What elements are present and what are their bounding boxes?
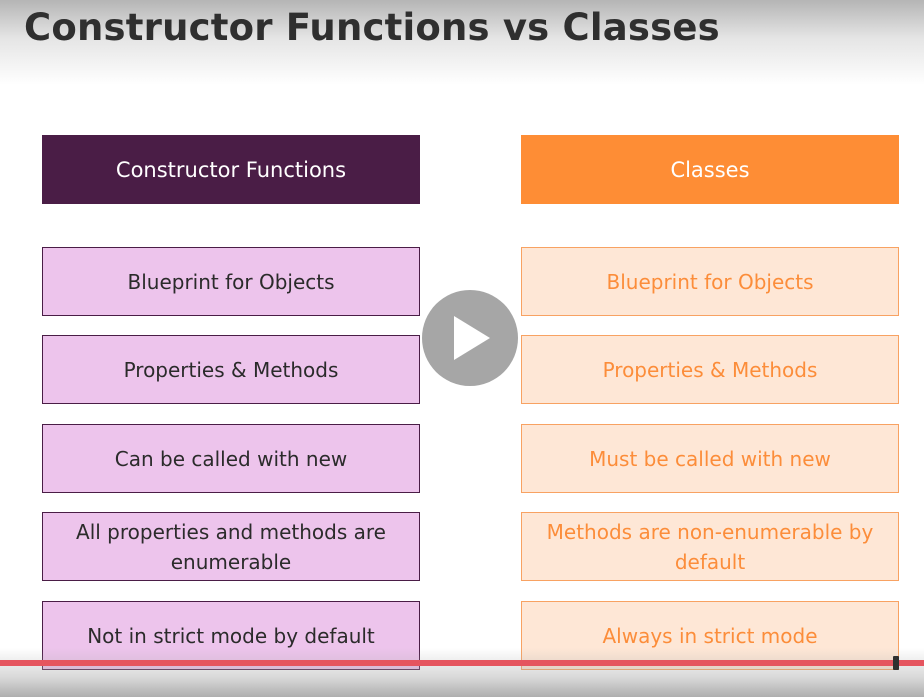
progress-scrubber-handle[interactable] (893, 656, 899, 670)
left-cell-row-4: All properties and methods are enumerabl… (42, 512, 420, 581)
column-header-classes: Classes (521, 135, 899, 204)
play-icon (454, 316, 490, 360)
left-cell-row-2: Properties & Methods (42, 335, 420, 404)
play-button[interactable] (422, 290, 518, 386)
column-header-constructor-functions: Constructor Functions (42, 135, 420, 204)
bottom-overlay-gradient (0, 648, 924, 697)
right-cell-row-1: Blueprint for Objects (521, 247, 899, 316)
video-progress-bar[interactable] (0, 660, 924, 666)
slide-title: Constructor Functions vs Classes (24, 6, 720, 49)
left-cell-row-3: Can be called with new (42, 424, 420, 493)
right-cell-row-4: Methods are non-enumerable by default (521, 512, 899, 581)
video-frame[interactable]: Constructor Functions vs Classes Constru… (0, 0, 924, 697)
left-cell-row-1: Blueprint for Objects (42, 247, 420, 316)
right-cell-row-2: Properties & Methods (521, 335, 899, 404)
right-cell-row-3: Must be called with new (521, 424, 899, 493)
